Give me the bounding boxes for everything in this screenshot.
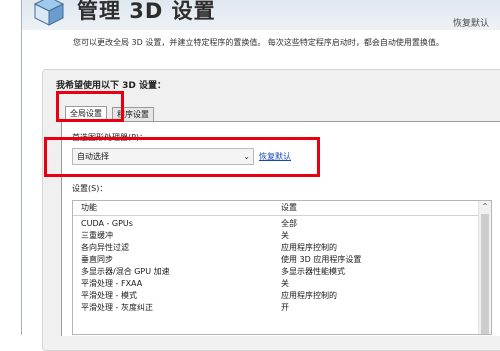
row-feature: 各向异性过滤 (81, 243, 129, 252)
row-setting: 使用 3D 应用程序设置 (281, 255, 362, 264)
table-header: 功能 设置 (73, 201, 479, 216)
table-row[interactable]: 平滑处理 - FXAA 关 (73, 278, 479, 289)
row-setting: 应用程序控制的 (281, 243, 337, 252)
scroll-up-arrow-icon[interactable]: ⌃ (479, 201, 491, 213)
restore-defaults-link[interactable]: 恢复默认 (453, 16, 489, 29)
section-heading: 我希望使用以下 3D 设置： (56, 81, 167, 91)
row-feature: 平滑处理 - 模式 (81, 291, 137, 300)
table-row[interactable]: 多显示器/混合 GPU 加速 多显示器性能模式 (73, 266, 479, 277)
page-title: 管理 3D 设置 (77, 0, 216, 23)
scroll-thumb[interactable] (481, 214, 489, 334)
tab-highlight-box (56, 91, 124, 122)
row-feature: CUDA - GPUs (81, 219, 133, 228)
row-feature: 平滑处理 - 灰度纠正 (81, 303, 153, 312)
3d-settings-icon (33, 0, 65, 26)
row-setting: 关 (281, 279, 289, 288)
page-description: 您可以更改全局 3D 设置，并建立特定程序的置换值。 每次这些特定程序启动时，都… (73, 38, 444, 47)
table-scrollbar[interactable]: ⌃ (478, 201, 491, 334)
table-row[interactable]: 各向异性过滤 应用程序控制的 (73, 242, 479, 253)
table-row[interactable]: 平滑处理 - 灰度纠正 开 (73, 302, 479, 313)
row-feature: 垂直同步 (81, 255, 113, 264)
gpu-highlight-box (44, 137, 320, 177)
settings-table: 功能 设置 CUDA - GPUs 全部 三重缓冲 关 各向异性过滤 应用程序控… (72, 200, 492, 335)
row-feature: 三重缓冲 (81, 231, 113, 240)
table-row[interactable]: 平滑处理 - 模式 应用程序控制的 (73, 290, 479, 301)
column-header-setting[interactable]: 设置 (281, 201, 297, 215)
row-setting: 多显示器性能模式 (281, 267, 345, 276)
table-row[interactable]: CUDA - GPUs 全部 (73, 218, 479, 229)
row-setting: 开 (281, 303, 289, 312)
table-row[interactable]: 三重缓冲 关 (73, 230, 479, 241)
row-setting: 关 (281, 231, 289, 240)
table-row[interactable]: 垂直同步 使用 3D 应用程序设置 (73, 254, 479, 265)
row-setting: 全部 (281, 219, 297, 228)
column-header-feature[interactable]: 功能 (81, 201, 97, 215)
row-feature: 多显示器/混合 GPU 加速 (81, 267, 170, 276)
row-feature: 平滑处理 - FXAA (81, 279, 143, 288)
left-navigation-pane (0, 0, 22, 335)
row-setting: 应用程序控制的 (281, 291, 337, 300)
settings-label: 设置(S)： (72, 184, 108, 193)
